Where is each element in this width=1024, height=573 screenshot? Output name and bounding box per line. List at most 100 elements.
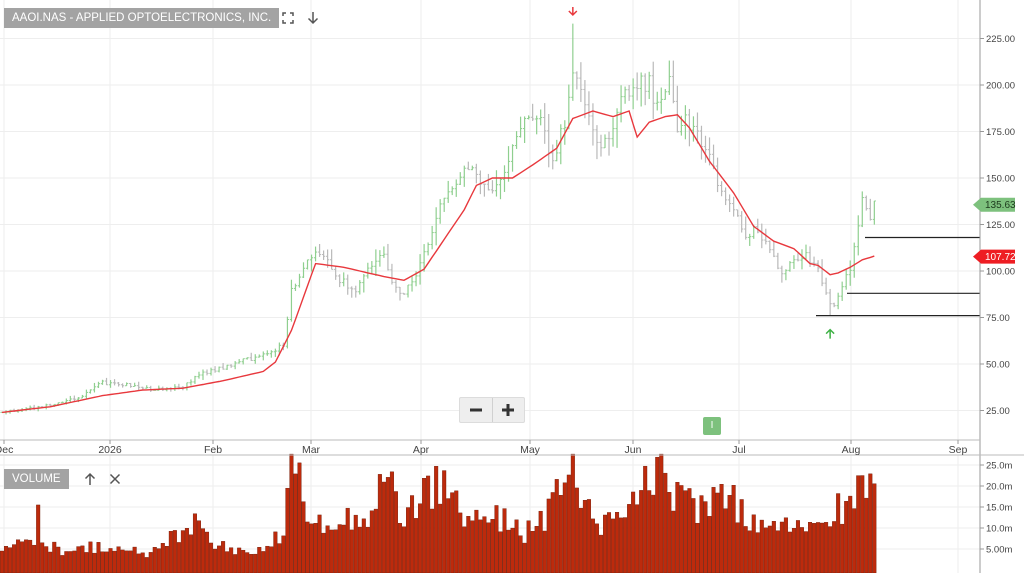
volume-bar: [309, 523, 314, 573]
expand-button[interactable]: [278, 8, 298, 28]
volume-bar: [804, 531, 809, 573]
close-volume-button[interactable]: [105, 469, 125, 489]
volume-bar: [52, 541, 57, 573]
ohlc-bar: [486, 173, 491, 191]
volume-bar: [168, 531, 173, 573]
ohlc-bar: [237, 359, 241, 364]
event-marker[interactable]: I: [703, 417, 721, 435]
ohlc-bar: [370, 261, 374, 275]
volume-bar: [526, 520, 531, 573]
zoom-out-button[interactable]: [460, 398, 492, 422]
ohlc-bar: [309, 254, 314, 272]
ohlc-bar: [868, 198, 872, 221]
volume-bar: [80, 545, 85, 573]
date-tick-label: Sep: [949, 444, 968, 456]
volume-bar: [434, 466, 439, 573]
volume-bar: [289, 453, 294, 573]
ohlc-bar: [651, 61, 655, 120]
price-tick-label: 75.00: [986, 313, 1010, 324]
ohlc-bar: [434, 207, 438, 246]
ohlc-bar: [531, 103, 535, 121]
ohlc-bar: [587, 91, 591, 126]
ohlc-bar: [382, 246, 386, 258]
expand-icon: [282, 12, 294, 24]
volume-bar: [205, 531, 210, 573]
volume-bar: [68, 551, 73, 573]
volume-bar: [265, 545, 270, 573]
ohlc-bar: [788, 261, 792, 272]
volume-bar: [281, 535, 286, 573]
volume-bar: [349, 529, 354, 573]
volume-bar: [566, 474, 571, 573]
ohlc-bar: [125, 382, 129, 387]
volume-bar: [779, 521, 784, 573]
ohlc-bar: [265, 350, 269, 356]
volume-bar: [28, 539, 33, 573]
ohlc-bar: [639, 72, 643, 107]
date-tick-label: Jun: [625, 444, 642, 456]
ohlc-bar: [273, 348, 277, 357]
volume-bar: [494, 505, 499, 573]
ohlc-bar: [358, 280, 362, 295]
move-up-button[interactable]: [80, 469, 100, 489]
zoom-in-button[interactable]: [491, 398, 525, 422]
volume-bar: [88, 541, 93, 573]
volume-bar: [213, 548, 218, 573]
ohlc-bar: [458, 172, 462, 186]
ohlc-bar: [760, 223, 764, 249]
moving-average-tag: 107.72: [973, 249, 1016, 264]
ohlc-bar: [410, 275, 414, 292]
ohlc-bar: [715, 157, 720, 193]
volume-bar: [273, 531, 278, 573]
ohlc-bar: [129, 382, 133, 388]
ohlc-bar: [245, 357, 249, 360]
moving-average-tag-text: 107.72: [985, 252, 1016, 263]
volume-bar: [32, 544, 37, 573]
ohlc-bar: [253, 354, 257, 364]
volume-bar: [619, 517, 624, 573]
ohlc-bar: [108, 380, 113, 388]
volume-bar: [72, 550, 77, 573]
ohlc-bar: [772, 240, 776, 258]
ohlc-bar: [173, 384, 177, 391]
ohlc-bar: [800, 249, 804, 270]
ohlc-bar: [703, 135, 708, 163]
volume-bar: [414, 518, 419, 573]
volume-bar: [667, 492, 672, 573]
ohlc-bar: [872, 200, 876, 225]
volume-bar: [124, 550, 129, 573]
ohlc-bar: [141, 386, 145, 390]
date-tick-label: Jul: [732, 444, 745, 456]
volume-bars: [0, 453, 877, 573]
ohlc-bar: [547, 113, 551, 168]
arrow-down-icon: [307, 12, 319, 25]
ohlc-bar: [494, 170, 499, 197]
volume-bar: [787, 531, 792, 573]
volume-bar: [554, 479, 559, 573]
volume-bar: [791, 528, 796, 573]
volume-bar: [594, 523, 599, 573]
volume-bar: [410, 495, 415, 573]
volume-bar: [221, 541, 226, 573]
volume-bar: [64, 551, 69, 573]
volume-bar: [603, 514, 608, 573]
volume-bar: [727, 495, 732, 573]
chart-title: AAOI.NAS - APPLIED OPTOELECTRONICS, INC.: [4, 8, 280, 28]
volume-bar: [739, 499, 744, 573]
volume-bar: [249, 554, 254, 573]
download-button[interactable]: [303, 8, 323, 28]
ohlc-bar: [836, 292, 840, 310]
ohlc-bar: [386, 243, 390, 271]
ohlc-bar: [438, 199, 442, 224]
volume-bar: [795, 520, 800, 573]
volume-bar: [188, 534, 193, 573]
ohlc-bar: [490, 180, 495, 194]
ohlc-bar: [595, 125, 599, 160]
volume-bar: [450, 492, 455, 573]
volume-bar: [333, 529, 338, 573]
ohlc-bar: [659, 87, 663, 114]
volume-bar: [365, 526, 370, 573]
volume-bar: [426, 475, 431, 573]
ohlc-bar: [675, 85, 679, 133]
stock-chart: 25.00 50.00 75.00 100.00 125.00 150.00 175.00 2…: [0, 0, 1024, 573]
